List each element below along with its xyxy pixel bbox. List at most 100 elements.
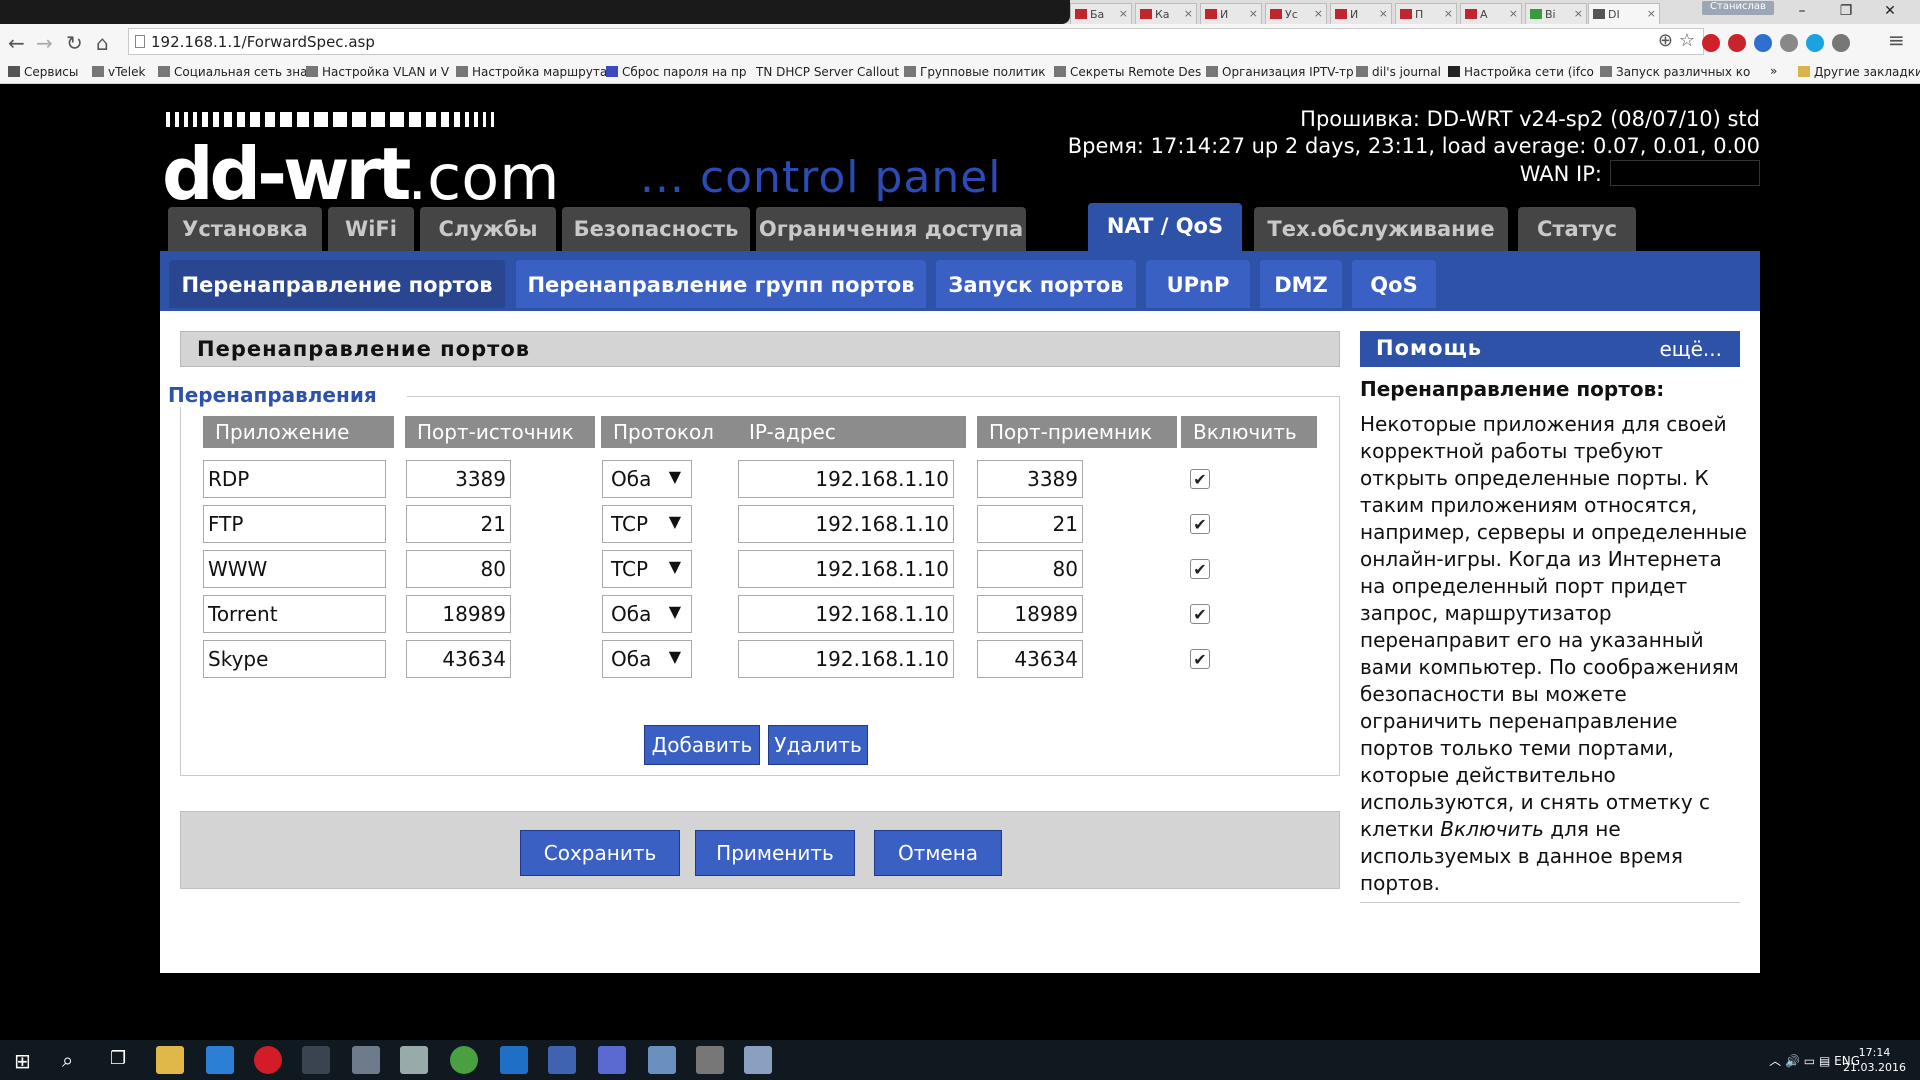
cancel-button[interactable]: Отмена [874, 830, 1002, 876]
forward-icon[interactable]: → [36, 31, 53, 55]
tab-administration[interactable]: Тех.обслуживание [1254, 207, 1508, 251]
ip-address-input[interactable]: 192.168.1.10 [738, 550, 954, 588]
tray-chevron-icon[interactable]: ︿ [1769, 1054, 1781, 1068]
source-port-input[interactable]: 21 [406, 505, 511, 543]
windows-start-icon[interactable]: ⊞ [14, 1049, 31, 1073]
save-app-icon[interactable] [598, 1046, 626, 1074]
destination-port-input[interactable]: 3389 [977, 460, 1083, 498]
subtab-upnp[interactable]: UPnP [1146, 260, 1250, 308]
ip-address-input[interactable]: 192.168.1.10 [738, 640, 954, 678]
reload-icon[interactable]: ↻ [66, 31, 83, 55]
network-app-icon[interactable] [548, 1046, 576, 1074]
save-button[interactable]: Сохранить [520, 830, 680, 876]
bookmark-item[interactable]: Групповые политик [904, 65, 1046, 79]
subtab-port-forwarding[interactable]: Перенаправление портов [169, 260, 505, 308]
extension-icon[interactable] [1780, 34, 1798, 52]
tab-nat-qos[interactable]: NAT / QoS [1088, 203, 1242, 253]
app-name-input[interactable]: RDP [203, 460, 386, 498]
tab-wifi[interactable]: WiFi [328, 207, 414, 251]
browser-tab[interactable]: Ба × [1070, 3, 1132, 24]
app-name-input[interactable]: Skype [203, 640, 386, 678]
ip-address-input[interactable]: 192.168.1.10 [738, 460, 954, 498]
close-tab-icon[interactable]: × [1184, 7, 1193, 20]
bookmark-item[interactable]: Настройка VLAN и V [306, 65, 449, 79]
browser-tab-active[interactable]: DI × [1588, 3, 1660, 24]
browser-tab[interactable]: Ві × [1525, 3, 1587, 24]
search-icon[interactable]: ⌕ [62, 1048, 73, 1072]
restore-icon[interactable]: ❐ [1826, 0, 1866, 24]
tab-status[interactable]: Статус [1518, 207, 1636, 251]
app-name-input[interactable]: Torrent [203, 595, 386, 633]
ip-address-input[interactable]: 192.168.1.10 [738, 595, 954, 633]
enable-checkbox[interactable]: ✔ [1190, 559, 1210, 579]
app-icon[interactable] [696, 1046, 724, 1074]
destination-port-input[interactable]: 43634 [977, 640, 1083, 678]
store-icon[interactable] [400, 1046, 428, 1074]
bookmark-item[interactable]: Сброс пароля на пр [606, 65, 747, 79]
bookmark-item[interactable]: vTelek [92, 65, 145, 79]
subtab-port-range-forwarding[interactable]: Перенаправление групп портов [516, 260, 926, 308]
help-more-link[interactable]: ещё... [1659, 337, 1722, 361]
minimize-icon[interactable]: – [1782, 0, 1822, 24]
subtab-port-triggering[interactable]: Запуск портов [936, 260, 1136, 308]
browser-tab[interactable]: И × [1330, 3, 1392, 24]
browser-tab[interactable]: Ка × [1135, 3, 1197, 24]
bookmark-star-icon[interactable]: ☆ [1679, 30, 1695, 51]
close-window-icon[interactable]: ✕ [1870, 0, 1910, 24]
destination-port-input[interactable]: 21 [977, 505, 1083, 543]
destination-port-input[interactable]: 18989 [977, 595, 1083, 633]
adblock-extension-icon[interactable] [1728, 34, 1746, 52]
destination-port-input[interactable]: 80 [977, 550, 1083, 588]
source-port-input[interactable]: 43634 [406, 640, 511, 678]
url-input[interactable]: 192.168.1.1/ForwardSpec.asp ⊕ ☆ [128, 28, 1704, 55]
bookmark-item[interactable]: Запуск различных ко [1600, 65, 1750, 79]
volume-icon[interactable]: 🔊 [1785, 1054, 1800, 1068]
other-bookmarks[interactable]: Другие закладки [1798, 65, 1920, 79]
close-tab-icon[interactable]: × [1574, 7, 1583, 20]
bookmark-item[interactable]: Настройка маршрута [456, 65, 607, 79]
bookmark-item[interactable]: Настройка сети (ifco [1448, 65, 1594, 79]
protocol-select[interactable]: TCP ▼ [602, 505, 692, 543]
browser-tab[interactable]: П × [1395, 3, 1457, 24]
remove-button[interactable]: Удалить [768, 725, 868, 765]
edge-icon[interactable] [206, 1046, 234, 1074]
extension-icon[interactable] [1754, 34, 1772, 52]
tab-access-restrictions[interactable]: Ограничения доступа [756, 207, 1026, 251]
tab-security[interactable]: Безопасность [562, 207, 750, 251]
bookmark-item[interactable]: TN DHCP Server Callout [756, 65, 899, 79]
app-icon[interactable] [352, 1046, 380, 1074]
ip-address-input[interactable]: 192.168.1.10 [738, 505, 954, 543]
opera-extension-icon[interactable] [1702, 34, 1720, 52]
more-bookmarks-icon[interactable]: » [1770, 64, 1777, 78]
close-tab-icon[interactable]: × [1119, 7, 1128, 20]
enable-checkbox[interactable]: ✔ [1190, 514, 1210, 534]
bookmark-item[interactable]: dil's journal [1356, 65, 1441, 79]
bookmark-item[interactable]: Сервисы [8, 65, 78, 79]
enable-checkbox[interactable]: ✔ [1190, 469, 1210, 489]
tab-setup[interactable]: Установка [168, 207, 322, 251]
bookmark-item[interactable]: Социальная сеть зна [158, 65, 307, 79]
protocol-select[interactable]: Оба ▼ [602, 460, 692, 498]
bookmark-item[interactable]: Секреты Remote Des [1054, 65, 1201, 79]
app-name-input[interactable]: WWW [203, 550, 386, 588]
file-explorer-icon[interactable] [156, 1046, 184, 1074]
outlook-icon[interactable] [500, 1046, 528, 1074]
notifications-icon[interactable]: ▤ [1819, 1054, 1830, 1068]
source-port-input[interactable]: 80 [406, 550, 511, 588]
enable-checkbox[interactable]: ✔ [1190, 649, 1210, 669]
close-tab-icon[interactable]: × [1314, 7, 1323, 20]
taskbar-clock[interactable]: 17:14 21.03.2016 [1843, 1045, 1906, 1075]
source-port-input[interactable]: 3389 [406, 460, 511, 498]
close-tab-icon[interactable]: × [1249, 7, 1258, 20]
zoom-icon[interactable]: ⊕ [1658, 30, 1673, 51]
browser-tab[interactable]: И × [1200, 3, 1262, 24]
add-button[interactable]: Добавить [644, 725, 760, 765]
subtab-qos[interactable]: QoS [1352, 260, 1436, 308]
close-tab-icon[interactable]: × [1379, 7, 1388, 20]
extension-icon[interactable] [1832, 34, 1850, 52]
subtab-dmz[interactable]: DMZ [1260, 260, 1342, 308]
menu-icon[interactable]: ≡ [1888, 28, 1905, 52]
browser-tab[interactable]: Ус × [1265, 3, 1327, 24]
protocol-select[interactable]: Оба ▼ [602, 640, 692, 678]
network-icon[interactable]: ▭ [1804, 1054, 1815, 1068]
